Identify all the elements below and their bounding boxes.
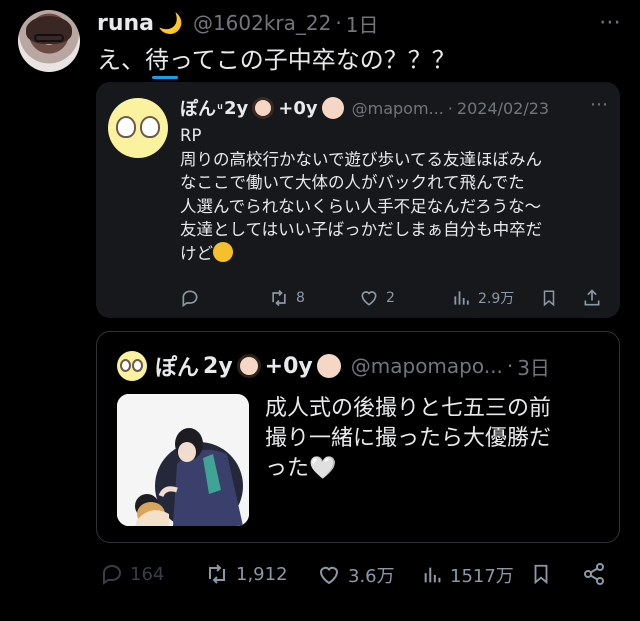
reply-count: 164 <box>130 563 165 585</box>
author-avatar[interactable] <box>18 10 80 72</box>
girl-emoji <box>236 354 261 378</box>
kimono-photo <box>117 394 249 526</box>
quoted-line: なここで働いて大体の人がバックれて飛んでた <box>180 173 525 192</box>
reply-button[interactable]: 164 <box>100 562 164 586</box>
quoted-author-age1: 2y <box>224 97 249 119</box>
quoted2-time[interactable]: 3日 <box>517 352 550 381</box>
quoted-line: RP <box>180 126 202 145</box>
tweet-text: え、待ってこの子中卒なの？？？ <box>97 46 456 74</box>
quoted-views-button[interactable]: 2.9万 <box>452 288 514 308</box>
quoted-author-age2: +0y <box>278 97 318 119</box>
quoted2-author-row: ぽん 2y +0y @mapomapo... · 3日 <box>117 350 550 382</box>
quoted-actions: 8 2 2.9万 <box>180 288 610 312</box>
quoted-bookmark-button[interactable] <box>540 288 558 308</box>
quoted-author-name[interactable]: ぽん <box>180 95 216 121</box>
share-button[interactable] <box>582 562 606 586</box>
bookmark-icon <box>534 564 548 585</box>
quoted2-author-name[interactable]: ぽん <box>155 350 199 382</box>
reply-icon <box>182 290 198 308</box>
quoted2-text: 成人式の後撮りと七五三の前 撮り一緒に撮ったら大優勝だ った🤍 <box>265 394 605 484</box>
quoted-author-avatar[interactable] <box>108 98 168 158</box>
views-icon <box>454 291 469 305</box>
share-icon <box>584 563 604 585</box>
scroll-indicator <box>152 76 178 79</box>
retweet-button[interactable]: 1,912 <box>204 562 288 586</box>
separator-dot: · <box>506 354 514 378</box>
quoted-post-2[interactable]: ぽん 2y +0y @mapomapo... · 3日 成人式の後撮りと七五三の… <box>96 331 620 543</box>
tweet-time[interactable]: 1日 <box>346 9 379 38</box>
quoted-like-button[interactable]: 2 <box>358 288 395 308</box>
quoted-line: 人選んでられないくらい人手不足なんだろうな〜 <box>180 196 542 216</box>
retweet-count: 1,912 <box>236 563 288 585</box>
bookmark-button[interactable] <box>530 562 552 586</box>
quoted2-line: 成人式の後撮りと七五三の前 <box>265 396 552 421</box>
white-heart-emoji: 🤍 <box>309 456 337 481</box>
retweet-icon <box>209 564 225 584</box>
quoted-author-row: ぽん ͧ 2y +0y @mapom... · 2024/02/23 <box>180 95 549 121</box>
quoted-retweet-count: 8 <box>296 290 305 306</box>
baby-emoji <box>321 97 344 119</box>
separator-dot: · <box>447 98 453 118</box>
quoted-line: けど <box>180 243 213 263</box>
quoted2-author-avatar[interactable] <box>117 351 147 381</box>
quoted-more-icon[interactable]: ⋯ <box>590 94 608 115</box>
quoted-like-count: 2 <box>386 290 395 306</box>
quoted-post-1[interactable]: ぽん ͧ 2y +0y @mapom... · 2024/02/23 ⋯ RP … <box>96 82 620 318</box>
bookmark-icon <box>543 290 555 307</box>
quoted2-author-handle[interactable]: @mapomapo... <box>351 354 503 378</box>
author-row: runa 🌙 @1602kra_22 · 1日 <box>97 8 378 38</box>
quoted2-line: った <box>265 456 310 481</box>
quoted-view-count: 2.9万 <box>478 291 515 307</box>
quoted-author-handle[interactable]: @mapom... <box>352 99 444 118</box>
quoted-post-date[interactable]: 2024/02/23 <box>457 99 549 118</box>
tweet-actions: 164 1,912 3.6万 1517万 <box>96 562 620 592</box>
like-button[interactable]: 3.6万 <box>316 562 395 588</box>
moon-emoji: 🌙 <box>158 11 183 35</box>
quoted2-author-age1: 2y <box>203 353 233 379</box>
views-icon <box>424 567 441 583</box>
more-options-icon[interactable]: ⋯ <box>599 10 622 35</box>
quoted-line: 友達としてはいい子ばっかだしまぁ自分も中卒だ <box>180 220 543 239</box>
quoted2-photo[interactable] <box>117 394 249 526</box>
view-count: 1517万 <box>450 566 514 587</box>
like-count: 3.6万 <box>348 566 395 587</box>
share-icon <box>584 289 600 306</box>
face-emoji <box>213 241 233 262</box>
quoted-line: 周りの高校行かないで遊び歩いてる友達ほぼみん <box>180 149 543 169</box>
reply-icon <box>103 564 122 585</box>
retweet-icon <box>272 289 286 307</box>
views-button[interactable]: 1517万 <box>422 562 514 588</box>
quoted-post-text: RP 周りの高校行かないで遊び歩いてる友達ほぼみん なここで働いて大体の人がバッ… <box>180 124 610 265</box>
heart-icon <box>319 566 339 585</box>
quoted-share-button[interactable] <box>582 288 602 308</box>
heart-icon <box>361 291 377 306</box>
girl-emoji <box>252 97 275 119</box>
author-name[interactable]: runa <box>97 11 154 36</box>
separator-dot: · <box>335 11 342 35</box>
quoted-retweet-button[interactable]: 8 <box>268 288 305 308</box>
author-handle[interactable]: @1602kra_22 <box>193 11 331 35</box>
baby-emoji <box>316 354 341 378</box>
quoted-reply-button[interactable] <box>180 288 200 308</box>
quoted2-line: 撮り一緒に撮ったら大優勝だ <box>265 426 552 451</box>
quoted2-author-age2: +0y <box>264 353 313 379</box>
